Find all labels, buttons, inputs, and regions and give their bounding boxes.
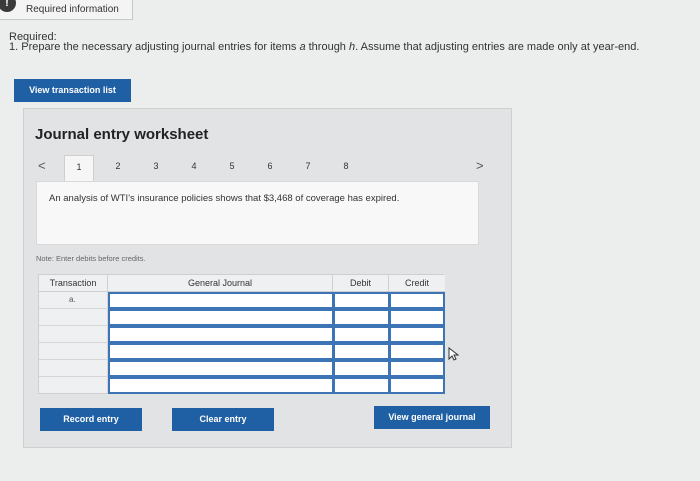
transaction-cell xyxy=(39,343,108,360)
record-entry-button[interactable]: Record entry xyxy=(40,408,142,431)
transaction-description: An analysis of WTI's insurance policies … xyxy=(36,181,479,245)
transaction-column-header: Transaction xyxy=(39,275,108,292)
tab-8[interactable]: 8 xyxy=(331,155,361,177)
tab-5[interactable]: 5 xyxy=(217,155,247,177)
tab-6[interactable]: 6 xyxy=(255,155,285,177)
alert-icon: ! xyxy=(0,0,16,12)
worksheet-title: Journal entry worksheet xyxy=(35,126,209,143)
account-input[interactable] xyxy=(108,343,334,360)
required-information-tab[interactable]: ! Required information xyxy=(0,0,133,20)
credit-input[interactable] xyxy=(389,360,445,377)
tab-4[interactable]: 4 xyxy=(179,155,209,177)
account-input[interactable] xyxy=(108,309,334,326)
account-input[interactable] xyxy=(108,360,334,377)
debit-input[interactable] xyxy=(333,360,390,377)
tab-1[interactable]: 1 xyxy=(64,155,94,181)
account-input[interactable] xyxy=(108,377,334,394)
debit-input[interactable] xyxy=(333,343,390,360)
credit-column-header: Credit xyxy=(389,275,445,292)
account-input[interactable] xyxy=(108,292,334,309)
view-transaction-list-button[interactable]: View transaction list xyxy=(14,79,131,102)
debits-before-credits-note: Note: Enter debits before credits. xyxy=(36,254,146,263)
debit-column-header: Debit xyxy=(333,275,389,292)
clear-entry-button[interactable]: Clear entry xyxy=(172,408,274,431)
credit-input[interactable] xyxy=(389,326,445,343)
tab-7[interactable]: 7 xyxy=(293,155,323,177)
credit-input[interactable] xyxy=(389,292,445,309)
required-information-label: Required information xyxy=(26,4,119,15)
general-journal-column-header: General Journal xyxy=(108,275,333,292)
debit-input[interactable] xyxy=(333,309,390,326)
transaction-cell xyxy=(39,360,108,377)
transaction-cell xyxy=(39,309,108,326)
chevron-left-icon[interactable]: < xyxy=(38,158,46,173)
tab-3[interactable]: 3 xyxy=(141,155,171,177)
credit-input[interactable] xyxy=(389,309,445,326)
journal-entry-worksheet: Journal entry worksheet < 1 2 3 4 5 6 7 … xyxy=(23,108,512,448)
credit-input[interactable] xyxy=(389,343,445,360)
required-instruction: 1. Prepare the necessary adjusting journ… xyxy=(9,41,640,53)
view-general-journal-button[interactable]: View general journal xyxy=(374,406,490,429)
credit-input[interactable] xyxy=(389,377,445,394)
tab-2[interactable]: 2 xyxy=(103,155,133,177)
worksheet-tabs: < 1 2 3 4 5 6 7 8 > xyxy=(24,155,513,181)
journal-table: Transaction General Journal Debit Credit… xyxy=(38,274,445,394)
transaction-cell xyxy=(39,326,108,343)
transaction-cell xyxy=(39,377,108,394)
mouse-pointer-icon xyxy=(448,346,460,364)
debit-input[interactable] xyxy=(333,326,390,343)
debit-input[interactable] xyxy=(333,292,390,309)
account-input[interactable] xyxy=(108,326,334,343)
transaction-cell: a. xyxy=(39,292,108,309)
debit-input[interactable] xyxy=(333,377,390,394)
chevron-right-icon[interactable]: > xyxy=(476,158,484,173)
